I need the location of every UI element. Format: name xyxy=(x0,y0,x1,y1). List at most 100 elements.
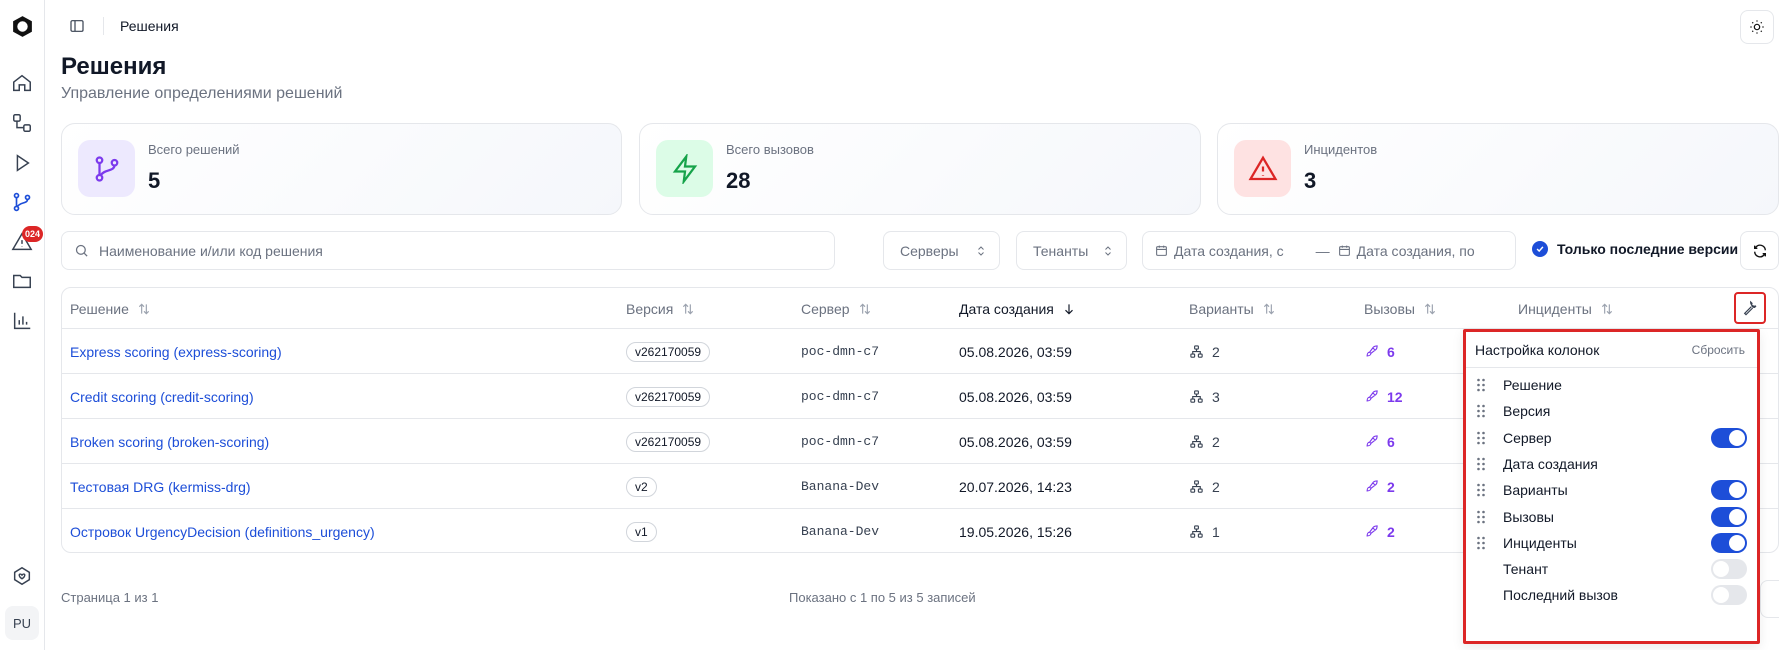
branch-icon[interactable] xyxy=(9,189,35,215)
toggle-knob xyxy=(1729,429,1745,446)
calls-cell[interactable]: 12 xyxy=(1364,374,1403,419)
pagination-button[interactable] xyxy=(1760,580,1779,618)
column-visibility-toggle[interactable] xyxy=(1711,532,1747,553)
toggle-knob xyxy=(1729,482,1745,499)
sidebar: 024 PU xyxy=(0,0,45,650)
stat-label: Всего вызовов xyxy=(726,142,814,157)
drag-handle-icon[interactable] xyxy=(1474,483,1488,497)
calls-value[interactable]: 6 xyxy=(1387,434,1395,450)
decision-name[interactable]: Broken scoring (broken-scoring) xyxy=(70,434,269,450)
column-header-incidents[interactable]: Инциденты xyxy=(1518,301,1614,317)
column-header-decision[interactable]: Решение xyxy=(70,301,151,317)
calls-cell[interactable]: 2 xyxy=(1364,464,1395,509)
sort-icon xyxy=(138,303,149,315)
column-visibility-toggle[interactable] xyxy=(1711,506,1747,527)
variants-icon xyxy=(1190,480,1203,493)
folder-icon[interactable] xyxy=(9,268,35,294)
drag-handle-icon[interactable] xyxy=(1474,536,1488,550)
servers-select[interactable]: Серверы xyxy=(883,231,1000,270)
sort-icon xyxy=(1601,303,1612,315)
pagination-page: Страница 1 из 1 xyxy=(61,590,159,605)
calls-cell[interactable]: 6 xyxy=(1364,329,1395,374)
calls-value[interactable]: 2 xyxy=(1387,479,1395,495)
decision-name[interactable]: Тестовая DRG (kermiss-drg) xyxy=(70,479,251,495)
chevron-updown-icon xyxy=(1105,245,1111,256)
created-cell: 05.08.2026, 03:59 xyxy=(959,329,1072,374)
calls-cell[interactable]: 2 xyxy=(1364,509,1395,552)
column-setting-item[interactable]: Последний вызов xyxy=(1466,580,1757,610)
drag-handle-icon[interactable] xyxy=(1474,378,1488,392)
decision-name[interactable]: Островок UrgencyDecision (definitions_ur… xyxy=(70,524,375,540)
toggle-knob xyxy=(1729,508,1745,525)
version-badge: v2 xyxy=(626,476,657,497)
toggle-knob xyxy=(1729,534,1745,551)
drag-handle-icon[interactable] xyxy=(1474,431,1488,445)
toggle-knob xyxy=(1713,587,1729,604)
refresh-button[interactable] xyxy=(1740,231,1779,270)
chart-icon[interactable] xyxy=(9,308,35,334)
decision-name-link[interactable]: Тестовая DRG (kermiss-drg) xyxy=(70,464,251,509)
created-value: 19.05.2026, 15:26 xyxy=(959,523,1072,540)
server-cell: poc-dmn-c7 xyxy=(801,419,879,464)
decision-name-link[interactable]: Express scoring (express-scoring) xyxy=(70,329,282,374)
decision-name-link[interactable]: Credit scoring (credit-scoring) xyxy=(70,374,254,419)
latest-versions-label: Только последние версии xyxy=(1557,241,1739,257)
rocket-icon xyxy=(1366,390,1378,402)
latest-versions-checkbox[interactable]: Только последние версии xyxy=(1532,241,1738,257)
sort-icon xyxy=(1424,303,1436,315)
variants-icon xyxy=(1190,435,1203,448)
column-header-variants[interactable]: Варианты xyxy=(1189,301,1276,317)
search-input[interactable] xyxy=(99,242,799,259)
column-visibility-toggle[interactable] xyxy=(1711,559,1747,580)
avatar[interactable]: PU xyxy=(5,606,39,640)
column-header-calls[interactable]: Вызовы xyxy=(1364,301,1437,317)
date-separator: — xyxy=(1315,242,1330,259)
drag-handle-icon[interactable] xyxy=(1474,510,1488,524)
workflow-icon[interactable] xyxy=(9,110,35,136)
created-cell: 20.07.2026, 14:23 xyxy=(959,464,1072,509)
calls-value[interactable]: 12 xyxy=(1387,389,1403,405)
column-visibility-toggle[interactable] xyxy=(1711,427,1747,448)
checkbox-checked-icon[interactable] xyxy=(1532,241,1548,257)
drag-handle-icon[interactable] xyxy=(1474,457,1488,471)
logo-icon[interactable] xyxy=(10,14,35,39)
column-visibility-toggle[interactable] xyxy=(1711,585,1747,606)
calls-value[interactable]: 6 xyxy=(1387,344,1395,360)
stat-value: 28 xyxy=(726,168,751,193)
sun-icon xyxy=(1750,20,1764,34)
drag-handle-icon[interactable] xyxy=(1474,404,1488,418)
decision-name[interactable]: Express scoring (express-scoring) xyxy=(70,344,282,360)
column-header-version[interactable]: Версия xyxy=(626,301,695,317)
reset-button[interactable]: Сбросить xyxy=(1692,343,1745,357)
stat-label: Инцидентов xyxy=(1304,142,1378,157)
date-range-picker[interactable]: Дата создания, с — Дата создания, по xyxy=(1142,231,1516,270)
sidebar-toggle-icon[interactable] xyxy=(66,15,88,37)
decision-name[interactable]: Credit scoring (credit-scoring) xyxy=(70,389,254,405)
tenants-select[interactable]: Тенанты xyxy=(1016,231,1127,270)
home-icon[interactable] xyxy=(9,70,35,96)
calls-value[interactable]: 2 xyxy=(1387,524,1395,540)
column-setting-label: Решение xyxy=(1503,377,1562,393)
variants-cell: 2 xyxy=(1189,329,1220,374)
pagination-summary: Показано с 1 по 5 из 5 записей xyxy=(789,590,976,605)
theme-toggle-button[interactable] xyxy=(1740,10,1774,44)
calls-cell[interactable]: 6 xyxy=(1364,419,1395,464)
server-cell: poc-dmn-c7 xyxy=(801,329,879,374)
date-from-field[interactable]: Дата создания, с xyxy=(1155,243,1284,259)
column-header-server[interactable]: Сервер xyxy=(801,301,872,317)
column-header-created[interactable]: Дата создания xyxy=(959,301,1076,317)
column-header-label: Варианты xyxy=(1189,301,1254,317)
decision-name-link[interactable]: Островок UrgencyDecision (definitions_ur… xyxy=(70,509,375,552)
health-icon[interactable] xyxy=(9,563,35,589)
stat-label: Всего решений xyxy=(148,142,240,157)
created-value: 05.08.2026, 03:59 xyxy=(959,433,1072,450)
popup-title: Настройка колонок xyxy=(1475,342,1600,358)
decision-name-link[interactable]: Broken scoring (broken-scoring) xyxy=(70,419,269,464)
topbar: Решения xyxy=(45,0,1790,52)
play-icon[interactable] xyxy=(9,150,35,176)
column-visibility-toggle[interactable] xyxy=(1711,480,1747,501)
column-settings-button[interactable] xyxy=(1734,292,1766,324)
date-to-field[interactable]: Дата создания, по xyxy=(1338,243,1475,259)
column-header-label: Вызовы xyxy=(1364,301,1415,317)
column-header-label: Инциденты xyxy=(1518,301,1592,317)
